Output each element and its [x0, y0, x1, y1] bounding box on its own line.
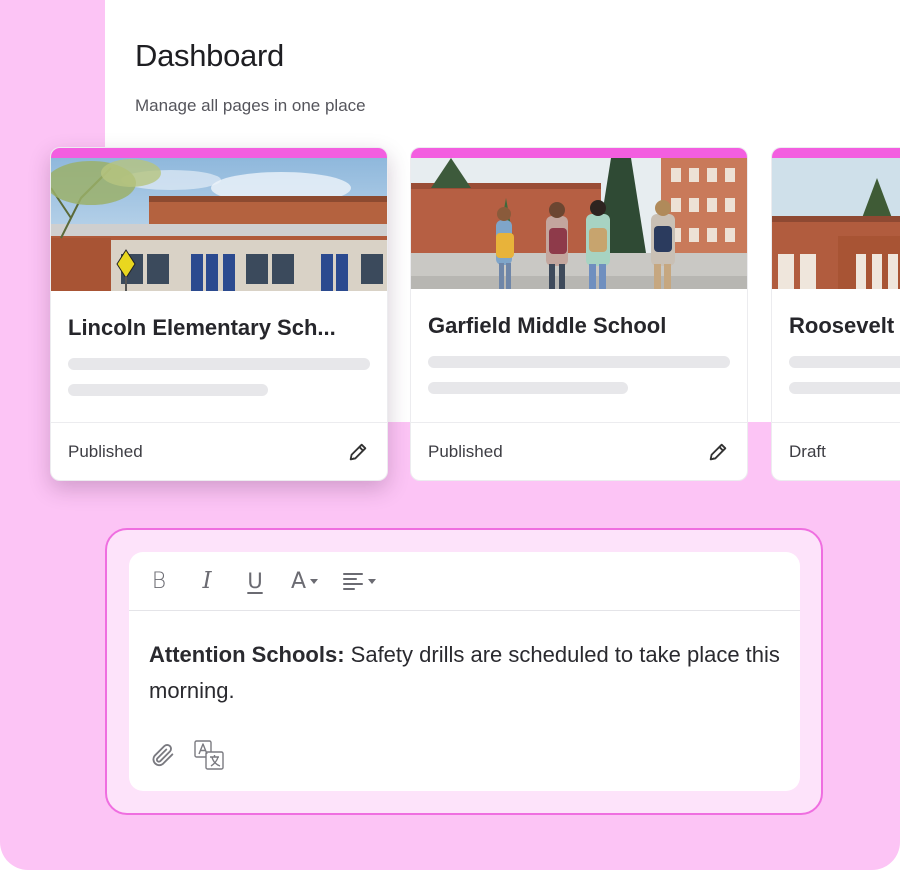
- status-label: Draft: [789, 441, 826, 461]
- school-photo: [772, 158, 900, 289]
- card-accent-bar: [411, 148, 747, 158]
- page-subtitle: Manage all pages in one place: [135, 96, 366, 115]
- card-footer: Published: [411, 422, 747, 480]
- align-button[interactable]: [342, 566, 377, 596]
- page-card-roosevelt[interactable]: Roosevelt Draft: [771, 147, 900, 481]
- translate-icon[interactable]: [193, 739, 225, 771]
- placeholder-line: [68, 358, 370, 370]
- card-title[interactable]: Garfield Middle School: [428, 313, 730, 339]
- underline-button[interactable]: U: [243, 566, 267, 596]
- placeholder-line: [428, 356, 730, 368]
- card-accent-bar: [51, 148, 387, 158]
- align-left-icon: [343, 573, 364, 590]
- bold-button[interactable]: B: [147, 566, 171, 596]
- school-photo: [411, 158, 747, 289]
- placeholder-line: [428, 382, 628, 394]
- card-title[interactable]: Lincoln Elementary Sch...: [68, 315, 370, 341]
- font-color-button[interactable]: A: [291, 566, 319, 596]
- card-accent-bar: [772, 148, 900, 158]
- placeholder-line: [789, 356, 900, 368]
- card-footer: Published: [51, 422, 387, 480]
- message-editor[interactable]: B I U A Attention Schools: Safety drills…: [129, 552, 800, 791]
- placeholder-line: [789, 382, 900, 394]
- formatting-toolbar: B I U A: [129, 552, 800, 611]
- placeholder-line: [68, 384, 268, 396]
- paperclip-icon[interactable]: [147, 739, 179, 771]
- pencil-icon[interactable]: [346, 440, 370, 464]
- attachment-row: [147, 739, 239, 771]
- school-photo: [51, 158, 387, 291]
- pencil-icon[interactable]: [706, 440, 730, 464]
- page-card-lincoln[interactable]: Lincoln Elementary Sch... Published: [50, 147, 388, 481]
- status-label: Published: [428, 441, 503, 461]
- card-footer: Draft: [772, 422, 900, 480]
- italic-button[interactable]: I: [195, 566, 219, 596]
- page-title: Dashboard: [135, 38, 284, 73]
- status-label: Published: [68, 441, 143, 461]
- message-bold-label: Attention Schools:: [149, 642, 345, 667]
- chevron-down-icon: [310, 578, 319, 584]
- page-card-garfield[interactable]: Garfield Middle School Published: [410, 147, 748, 481]
- message-text[interactable]: Attention Schools: Safety drills are sch…: [129, 611, 800, 709]
- card-title[interactable]: Roosevelt: [789, 313, 894, 339]
- font-icon: A: [291, 568, 307, 594]
- chevron-down-icon: [368, 578, 377, 584]
